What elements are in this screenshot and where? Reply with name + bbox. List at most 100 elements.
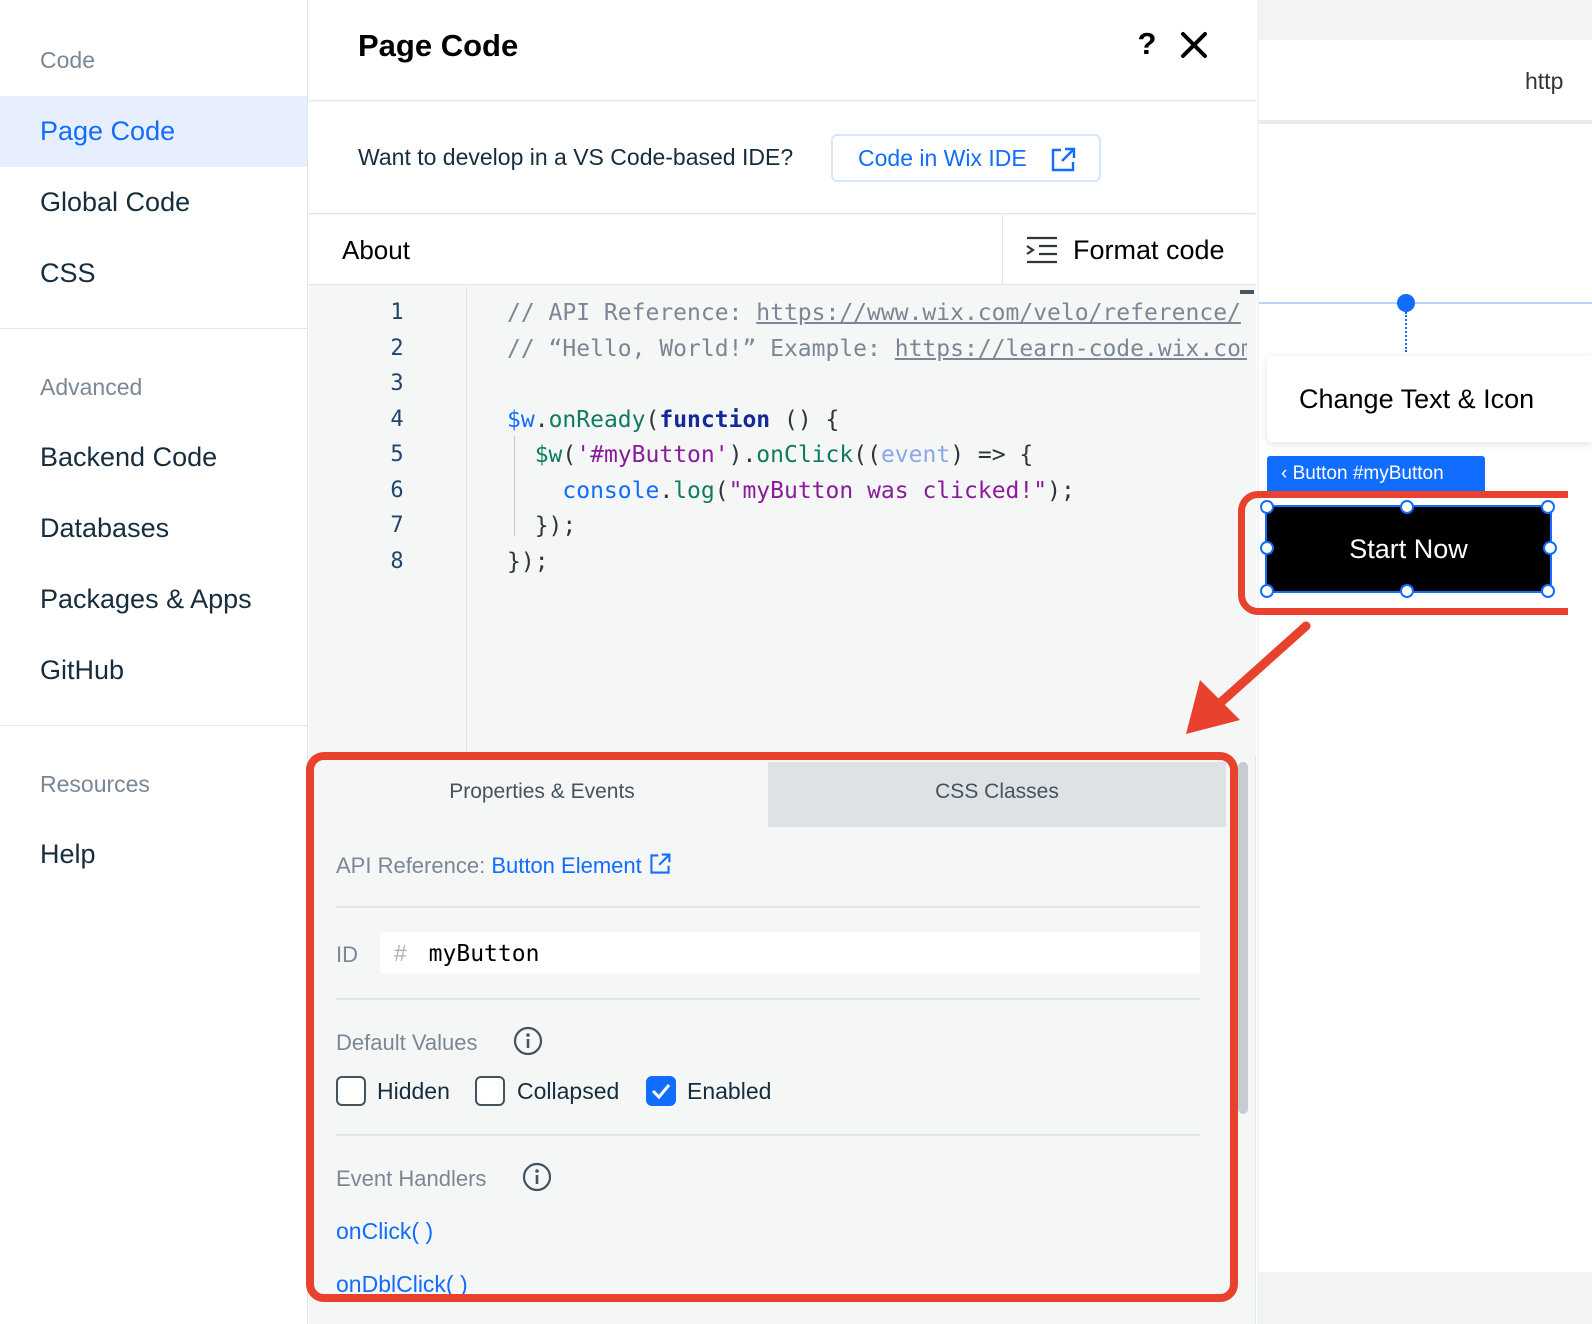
format-code-label: Format code [1073, 235, 1225, 265]
ondblclick-handler-link[interactable]: onDblClick( ) [336, 1271, 468, 1294]
resize-handle[interactable] [1260, 584, 1274, 598]
sidebar-item-css[interactable]: CSS [0, 238, 307, 309]
canvas-top-strip [1257, 0, 1592, 40]
button-element-link-label: Button Element [491, 853, 642, 878]
ide-button-label: Code in Wix IDE [858, 145, 1027, 171]
sidebar-item-page-code[interactable]: Page Code [0, 96, 307, 167]
code-token: console [562, 477, 660, 504]
code-token: () { [770, 406, 840, 433]
code-token: }); [507, 513, 577, 539]
line-number: 1 [390, 300, 404, 325]
sidebar-divider [0, 725, 307, 726]
code-sidebar: Code Page Code Global Code CSS Advanced … [0, 0, 308, 1324]
button-element-link[interactable]: Button Element [491, 853, 672, 878]
external-link-icon [1051, 147, 1076, 172]
line-number: 5 [390, 442, 404, 467]
section-heading-resources: Resources [40, 771, 150, 797]
alignment-guide [1259, 302, 1592, 304]
start-now-button[interactable]: Start Now [1265, 505, 1552, 593]
collapsed-checkbox[interactable] [475, 1076, 505, 1106]
onclick-handler-link[interactable]: onClick( ) [336, 1218, 433, 1245]
code-line: }); [507, 509, 577, 544]
code-line: }); [507, 545, 549, 580]
resize-handle[interactable] [1400, 500, 1414, 514]
close-button[interactable] [1179, 28, 1209, 62]
line-number: 7 [390, 513, 404, 538]
code-line: // API Reference: https://www.wix.com/ve… [507, 296, 1241, 331]
vertical-guide [1405, 312, 1407, 352]
url-bar: http [1259, 40, 1592, 124]
resize-handle[interactable] [1260, 541, 1274, 555]
line-number: 6 [390, 477, 404, 503]
tab-about[interactable]: About [309, 215, 1002, 285]
change-text-icon-card[interactable]: Change Text & Icon [1267, 356, 1592, 442]
code-token: // API Reference: [507, 300, 757, 326]
id-label: ID [336, 942, 358, 967]
code-token: ) => { [950, 442, 1034, 468]
section-divider [336, 906, 1200, 908]
code-line: $w('#myButton').onClick((event) => { [507, 438, 1034, 473]
line-number: 4 [390, 406, 404, 432]
editor-scrollbar[interactable] [1240, 290, 1254, 294]
code-token: onClick [756, 442, 854, 468]
code-editor[interactable]: 1 2 3 4 5 6 7 8 // API Reference: https://www.w… [309, 286, 1256, 756]
tab-properties-events[interactable]: Properties & Events [316, 762, 768, 827]
default-values-title: Default Values [336, 1030, 478, 1055]
sidebar-item-backend-code[interactable]: Backend Code [0, 422, 307, 493]
hidden-label: Hidden [377, 1078, 450, 1104]
section-divider [336, 1134, 1200, 1136]
tab-css-classes[interactable]: CSS Classes [768, 762, 1226, 827]
chevron-left-icon: ‹ [1281, 463, 1293, 484]
sidebar-item-help[interactable]: Help [0, 819, 307, 890]
enabled-checkbox[interactable] [646, 1076, 676, 1106]
resize-handle[interactable] [1541, 500, 1555, 514]
resize-handle[interactable] [1400, 584, 1414, 598]
id-value: myButton [428, 941, 540, 967]
toolbar-divider [1002, 215, 1003, 285]
id-input[interactable]: # myButton [380, 932, 1200, 974]
line-number-gutter: 1 2 3 4 5 6 7 8 [309, 286, 467, 756]
info-icon[interactable] [522, 1162, 552, 1192]
selection-tag[interactable]: ‹ Button #myButton [1267, 456, 1485, 492]
indent-guide [514, 436, 515, 536]
guide-anchor-dot[interactable] [1397, 294, 1415, 312]
properties-scrollbar[interactable] [1238, 762, 1248, 1114]
code-content[interactable]: // API Reference: https://www.wix.com/ve… [507, 296, 1247, 596]
code-in-wix-ide-button[interactable]: Code in Wix IDE [831, 134, 1101, 182]
collapsed-label: Collapsed [517, 1078, 620, 1104]
code-line: console.log("myButton was clicked!"); [507, 474, 1074, 509]
code-line: $w.onReady(function () { [507, 403, 839, 438]
help-button[interactable]: ? [1132, 24, 1162, 64]
code-token: onReady [548, 406, 646, 433]
api-reference-row: API Reference: Button Element [336, 852, 672, 879]
code-line: // “Hello, World!” Example: https://lear… [507, 332, 1247, 367]
panel-title: Page Code [358, 28, 519, 63]
format-code-button[interactable]: Format code [1021, 215, 1225, 285]
section-heading-advanced: Advanced [40, 374, 143, 400]
resize-handle[interactable] [1541, 584, 1555, 598]
code-token: // “Hello, World!” Example: [507, 335, 895, 362]
code-token: "myButton was clicked!" [728, 477, 1048, 504]
code-token[interactable]: https://www.wix.com/velo/reference/ [756, 300, 1241, 326]
code-token: ( [714, 477, 729, 504]
api-reference-label: API Reference: [336, 853, 486, 878]
panel-header: Page Code ? [309, 0, 1256, 101]
resize-handle[interactable] [1543, 541, 1557, 555]
code-token: function [659, 406, 771, 433]
resize-handle[interactable] [1260, 500, 1274, 514]
ide-prompt-text: Want to develop in a VS Code-based IDE? [358, 144, 794, 170]
sidebar-item-global-code[interactable]: Global Code [0, 167, 307, 238]
code-token: }); [507, 548, 549, 575]
sidebar-item-databases[interactable]: Databases [0, 493, 307, 564]
code-token[interactable]: https://learn-code.wix.com [895, 336, 1247, 362]
section-heading-code: Code [40, 47, 95, 73]
sidebar-item-github[interactable]: GitHub [0, 635, 307, 706]
hidden-checkbox[interactable] [336, 1076, 366, 1106]
info-icon[interactable] [513, 1026, 543, 1056]
sidebar-item-packages-apps[interactable]: Packages & Apps [0, 564, 307, 635]
code-token: . [659, 477, 674, 504]
code-token: event [880, 442, 951, 468]
url-text: http [1525, 68, 1564, 94]
